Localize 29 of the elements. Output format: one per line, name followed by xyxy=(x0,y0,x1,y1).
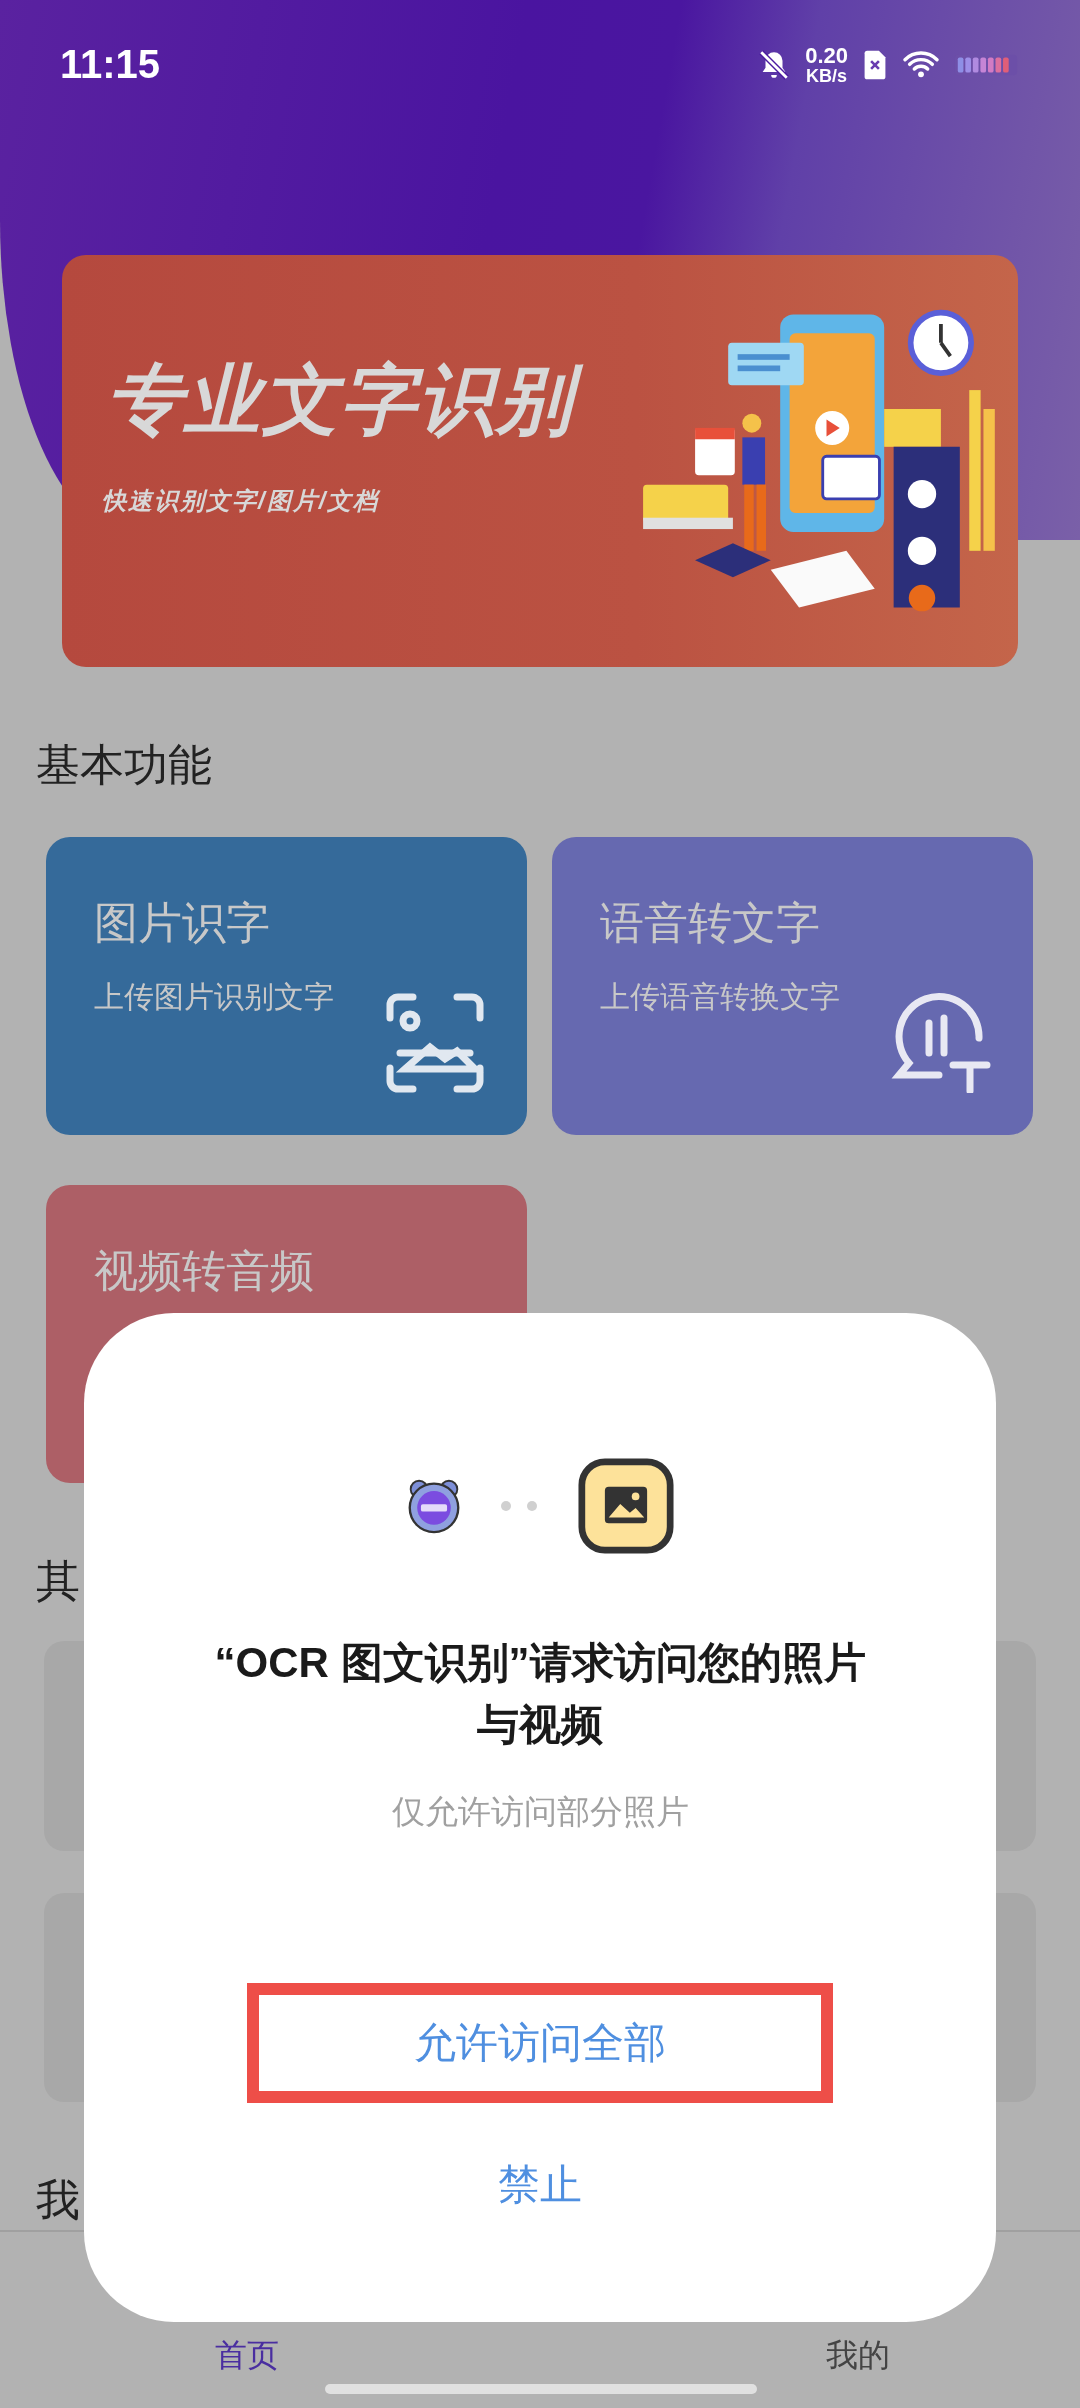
banner-title: 专业文字识别 xyxy=(102,344,598,460)
card-title: 语音转文字 xyxy=(600,897,821,950)
card-title: 图片识字 xyxy=(94,897,271,950)
section-title: 我 xyxy=(36,2174,80,2227)
section-title: 基本功能 xyxy=(36,739,212,792)
nav-tab[interactable]: 首页 xyxy=(215,2334,279,2379)
card-title: 视频转音频 xyxy=(94,1245,315,1298)
dialog-title: “OCR 图文识别”请求访问您的照片与视频 xyxy=(213,1638,867,1750)
connection-dots-icon xyxy=(500,1500,540,1512)
section-title: 其 xyxy=(36,1555,80,1608)
app-logo-icon xyxy=(406,1478,462,1534)
banner-subtitle: 快速识别文字/图片/文档 xyxy=(102,486,382,517)
banner[interactable]: 专业文字识别 快速识别文字/图片/文档 xyxy=(62,254,1018,668)
feature-card[interactable]: 图片识字 上传图片识别文字 xyxy=(46,837,527,1136)
network-speed-unit: KB/s xyxy=(806,66,848,85)
photo-icon xyxy=(578,1458,674,1554)
dialog-option[interactable]: 仅允许访问部分照片 xyxy=(391,1790,689,1835)
network-speed-value: 0.20 xyxy=(805,44,848,67)
feature-card[interactable]: 语音转文字 上传语音转换文字 xyxy=(552,837,1033,1136)
card-subtitle: 上传图片识别文字 xyxy=(94,979,335,1016)
allow-all-button[interactable]: 允许访问全部 xyxy=(247,1983,833,2103)
image-scan-icon xyxy=(385,993,485,1094)
clock-time: 11:15 xyxy=(60,42,161,88)
card-subtitle: 上传语音转换文字 xyxy=(600,979,841,1016)
deny-button[interactable]: 禁止 xyxy=(390,2135,690,2235)
nav-tab[interactable]: 我的 xyxy=(826,2334,890,2379)
voice-to-text-icon xyxy=(891,993,991,1094)
home-indicator[interactable] xyxy=(325,2384,757,2394)
muted-bell-icon xyxy=(757,47,792,82)
